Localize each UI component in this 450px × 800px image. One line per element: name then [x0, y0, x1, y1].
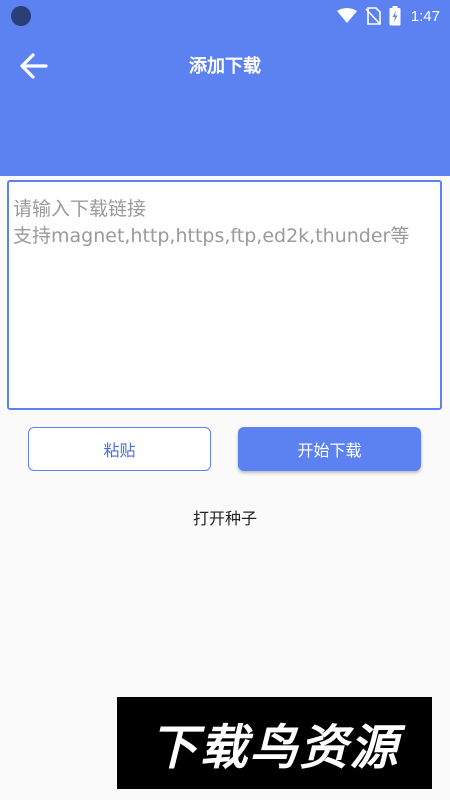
no-sim-icon	[365, 7, 381, 25]
download-link-box	[7, 180, 442, 410]
paste-button[interactable]: 粘贴	[28, 427, 211, 471]
download-link-input[interactable]	[13, 196, 436, 396]
watermark-text: 下载鸟资源	[149, 720, 400, 776]
status-bar: 1:47	[0, 0, 450, 32]
status-icons: 1:47	[336, 5, 440, 27]
notification-dot-icon	[11, 6, 31, 26]
watermark-logo: 下载鸟资源	[117, 697, 432, 789]
app-header: 添加下载	[0, 32, 450, 176]
wifi-icon	[336, 8, 357, 23]
open-torrent-link[interactable]: 打开种子	[0, 505, 450, 529]
start-download-button[interactable]: 开始下载	[238, 427, 421, 471]
battery-charging-icon	[389, 6, 401, 26]
page-title: 添加下载	[189, 56, 261, 77]
status-time: 1:47	[410, 7, 440, 25]
